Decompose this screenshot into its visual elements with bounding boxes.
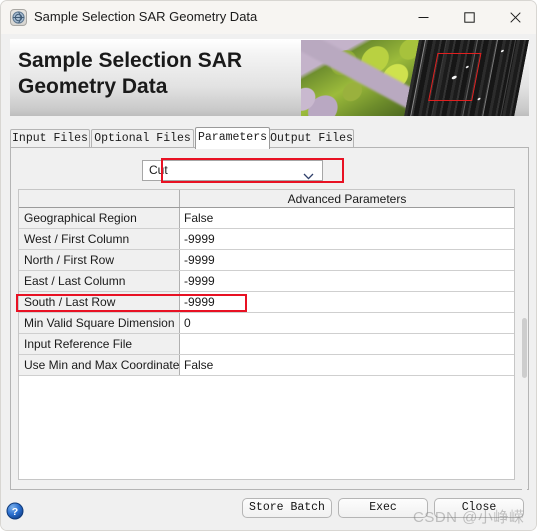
row-value[interactable] <box>179 333 514 355</box>
mode-select-value: Cut <box>149 163 168 177</box>
table-row[interactable]: Input Reference File <box>19 333 514 355</box>
table-row[interactable]: Geographical Region False <box>19 207 514 229</box>
app-globe-icon <box>10 9 27 26</box>
tab-parameters[interactable]: Parameters <box>195 127 270 149</box>
aerial-photo-thumbnail <box>301 40 424 116</box>
row-label: South / Last Row <box>19 291 180 313</box>
banner-image <box>301 40 529 116</box>
table-row[interactable]: East / Last Column -9999 <box>19 270 514 292</box>
banner: Sample Selection SAR Geometry Data <box>10 39 529 116</box>
table-row[interactable]: North / First Row -9999 <box>19 249 514 271</box>
application-window: Sample Selection SAR Geometry Data Sampl… <box>0 0 537 531</box>
page-title: Sample Selection SAR Geometry Data <box>18 49 243 98</box>
row-label: Geographical Region <box>19 207 180 229</box>
sar-image-thumbnail <box>404 40 529 116</box>
table-row[interactable]: West / First Column -9999 <box>19 228 514 250</box>
row-label: Use Min and Max Coordinates <box>19 354 180 376</box>
close-window-button[interactable] <box>492 1 536 33</box>
mode-select[interactable]: Cut <box>142 160 323 181</box>
parameters-panel: Cut Advanced Parameters Geographical Reg… <box>10 147 529 490</box>
tab-output-files[interactable]: Output Files <box>269 129 354 148</box>
row-value[interactable]: -9999 <box>179 228 514 250</box>
table-row[interactable]: South / Last Row -9999 <box>19 291 514 313</box>
exec-button[interactable]: Exec <box>338 498 428 518</box>
row-value[interactable]: False <box>179 354 514 376</box>
row-value[interactable]: 0 <box>179 312 514 334</box>
maximize-button[interactable] <box>446 1 492 33</box>
table-header-row: Advanced Parameters <box>19 190 514 208</box>
help-question-icon[interactable]: ? <box>6 502 24 520</box>
mode-select-wrapper: Cut <box>142 160 323 181</box>
advanced-parameters-table[interactable]: Advanced Parameters Geographical Region … <box>18 189 515 480</box>
minimize-button[interactable] <box>400 1 446 33</box>
maximize-icon <box>463 11 475 23</box>
road-feature <box>301 40 424 111</box>
row-value[interactable]: -9999 <box>179 270 514 292</box>
row-value[interactable]: -9999 <box>179 249 514 271</box>
row-label: West / First Column <box>19 228 180 250</box>
table-row[interactable]: Use Min and Max Coordinates False <box>19 354 514 376</box>
panel-scrollbar-thumb[interactable] <box>522 318 527 378</box>
table-row[interactable]: Min Valid Square Dimension 0 <box>19 312 514 334</box>
chevron-down-icon <box>303 167 314 186</box>
row-label: North / First Row <box>19 249 180 271</box>
tab-optional-files[interactable]: Optional Files <box>91 129 194 148</box>
close-button[interactable]: Close <box>434 498 524 518</box>
tab-strip: Input Files Optional Files Parameters Ou… <box>10 127 529 149</box>
table-header-advanced-parameters: Advanced Parameters <box>179 190 514 208</box>
tab-input-files[interactable]: Input Files <box>10 129 90 148</box>
title-bar: Sample Selection SAR Geometry Data <box>1 1 536 34</box>
table-header-blank <box>19 190 180 208</box>
window-title: Sample Selection SAR Geometry Data <box>34 9 258 24</box>
sar-selection-box <box>428 53 482 101</box>
store-batch-button[interactable]: Store Batch <box>242 498 332 518</box>
row-value[interactable]: -9999 <box>179 291 514 313</box>
row-label: Min Valid Square Dimension <box>19 312 180 334</box>
close-icon <box>509 11 521 23</box>
footer-bar: ? Store Batch Exec Close <box>1 490 536 530</box>
minimize-icon <box>418 16 428 18</box>
row-label: Input Reference File <box>19 333 180 355</box>
svg-text:?: ? <box>12 506 18 518</box>
row-label: East / Last Column <box>19 270 180 292</box>
row-value[interactable]: False <box>179 207 514 229</box>
